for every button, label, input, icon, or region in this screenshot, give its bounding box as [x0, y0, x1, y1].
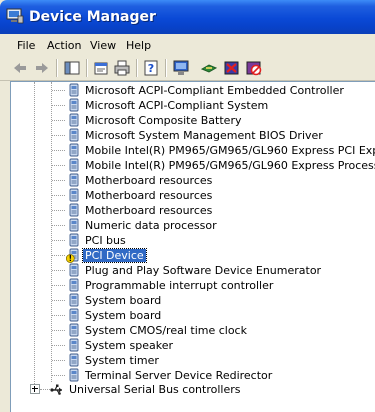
svg-text:?: ? — [148, 62, 154, 75]
tree-connector — [52, 330, 65, 331]
device-label: Microsoft ACPI-Compliant Embedded Contro… — [85, 84, 344, 97]
device-icon — [69, 158, 79, 172]
device-label: Terminal Server Device Redirector — [85, 369, 273, 382]
device-icon — [69, 338, 79, 352]
device-icon — [69, 143, 79, 157]
device-icon — [69, 203, 79, 217]
device-label: System board — [85, 294, 162, 307]
device-tree[interactable]: Microsoft ACPI-Compliant Embedded Contro… — [10, 81, 375, 412]
device-icon — [69, 218, 79, 232]
window-title: Device Manager — [29, 9, 156, 25]
device-icon — [69, 173, 79, 187]
tree-connector — [34, 82, 35, 388]
tree-connector — [52, 150, 65, 151]
svg-text:!: ! — [69, 254, 72, 263]
menu-help[interactable]: Help — [126, 39, 151, 52]
device-label: Microsoft System Management BIOS Driver — [85, 129, 323, 142]
device-label: PCI Device — [82, 248, 147, 263]
print-icon[interactable] — [113, 59, 131, 77]
tree-connector — [52, 285, 65, 286]
tree-connector — [40, 389, 50, 390]
warning-device-icon: ! — [66, 248, 79, 263]
tree-connector — [52, 270, 65, 271]
device-label: Motherboard resources — [85, 189, 213, 202]
properties-icon[interactable] — [92, 59, 110, 77]
device-icon — [69, 128, 79, 142]
device-icon — [69, 293, 79, 307]
device-label: Programmable interrupt controller — [85, 279, 274, 292]
device-icon — [69, 98, 79, 112]
disable-device-icon[interactable] — [245, 59, 263, 77]
device-icon — [69, 323, 79, 337]
tree-connector — [52, 195, 65, 196]
tree-connector — [52, 225, 65, 226]
device-icon — [69, 263, 79, 277]
device-icon — [69, 308, 79, 322]
device-manager-window: Device Manager File Action View Help ? M… — [0, 0, 375, 412]
toolbar-separator — [86, 59, 88, 77]
device-label: Plug and Play Software Device Enumerator — [85, 264, 322, 277]
toolbar-separator — [136, 59, 138, 77]
device-icon — [69, 83, 79, 97]
tree-connector — [52, 315, 65, 316]
tree-connector — [52, 255, 65, 256]
scan-hardware-changes-icon[interactable] — [200, 59, 218, 77]
device-icon — [69, 353, 79, 367]
forward-button-icon[interactable] — [33, 59, 51, 77]
device-label: System speaker — [85, 339, 174, 352]
device-manager-icon — [6, 8, 24, 24]
usb-icon — [50, 384, 62, 395]
device-label: Mobile Intel(R) PM965/GM965/GL960 Expres… — [85, 159, 375, 172]
back-button-icon[interactable] — [11, 59, 29, 77]
tree-connector — [52, 345, 65, 346]
device-label: Motherboard resources — [85, 204, 213, 217]
device-label: Microsoft Composite Battery — [85, 114, 242, 127]
tree-connector — [52, 105, 65, 106]
uninstall-icon[interactable] — [223, 59, 241, 77]
tree-connector — [51, 82, 52, 382]
device-label: PCI bus — [85, 234, 126, 247]
tree-connector — [52, 135, 65, 136]
tree-connector — [52, 375, 65, 376]
device-icon — [69, 188, 79, 202]
category-label: Universal Serial Bus controllers — [69, 383, 241, 396]
device-label: Motherboard resources — [85, 174, 213, 187]
tree-connector — [52, 90, 65, 91]
title-bar[interactable]: Device Manager — [0, 0, 375, 34]
tree-connector — [52, 120, 65, 121]
toolbar-separator — [56, 59, 58, 77]
device-label: System CMOS/real time clock — [85, 324, 247, 337]
device-icon — [69, 233, 79, 247]
toolbar: ? — [0, 56, 375, 81]
expand-button[interactable] — [30, 384, 40, 394]
device-icon — [69, 368, 79, 382]
device-label: Microsoft ACPI-Compliant System — [85, 99, 269, 112]
tree-connector — [52, 360, 65, 361]
tree-connector — [52, 240, 65, 241]
computer-icon[interactable] — [172, 59, 190, 77]
device-icon — [69, 113, 79, 127]
device-icon — [69, 278, 79, 292]
device-label: Numeric data processor — [85, 219, 217, 232]
menu-file[interactable]: File — [17, 39, 35, 52]
device-label: System timer — [85, 354, 159, 367]
menu-view[interactable]: View — [90, 39, 116, 52]
menu-action[interactable]: Action — [47, 39, 81, 52]
show-hide-console-tree-icon[interactable] — [63, 59, 81, 77]
device-label: System board — [85, 309, 162, 322]
tree-connector — [52, 300, 65, 301]
tree-connector — [52, 210, 65, 211]
toolbar-separator — [165, 59, 167, 77]
help-icon[interactable]: ? — [142, 59, 160, 77]
tree-connector — [52, 180, 65, 181]
device-label: Mobile Intel(R) PM965/GM965/GL960 Expres… — [85, 144, 375, 157]
tree-connector — [52, 165, 65, 166]
menu-bar: File Action View Help — [0, 34, 375, 57]
